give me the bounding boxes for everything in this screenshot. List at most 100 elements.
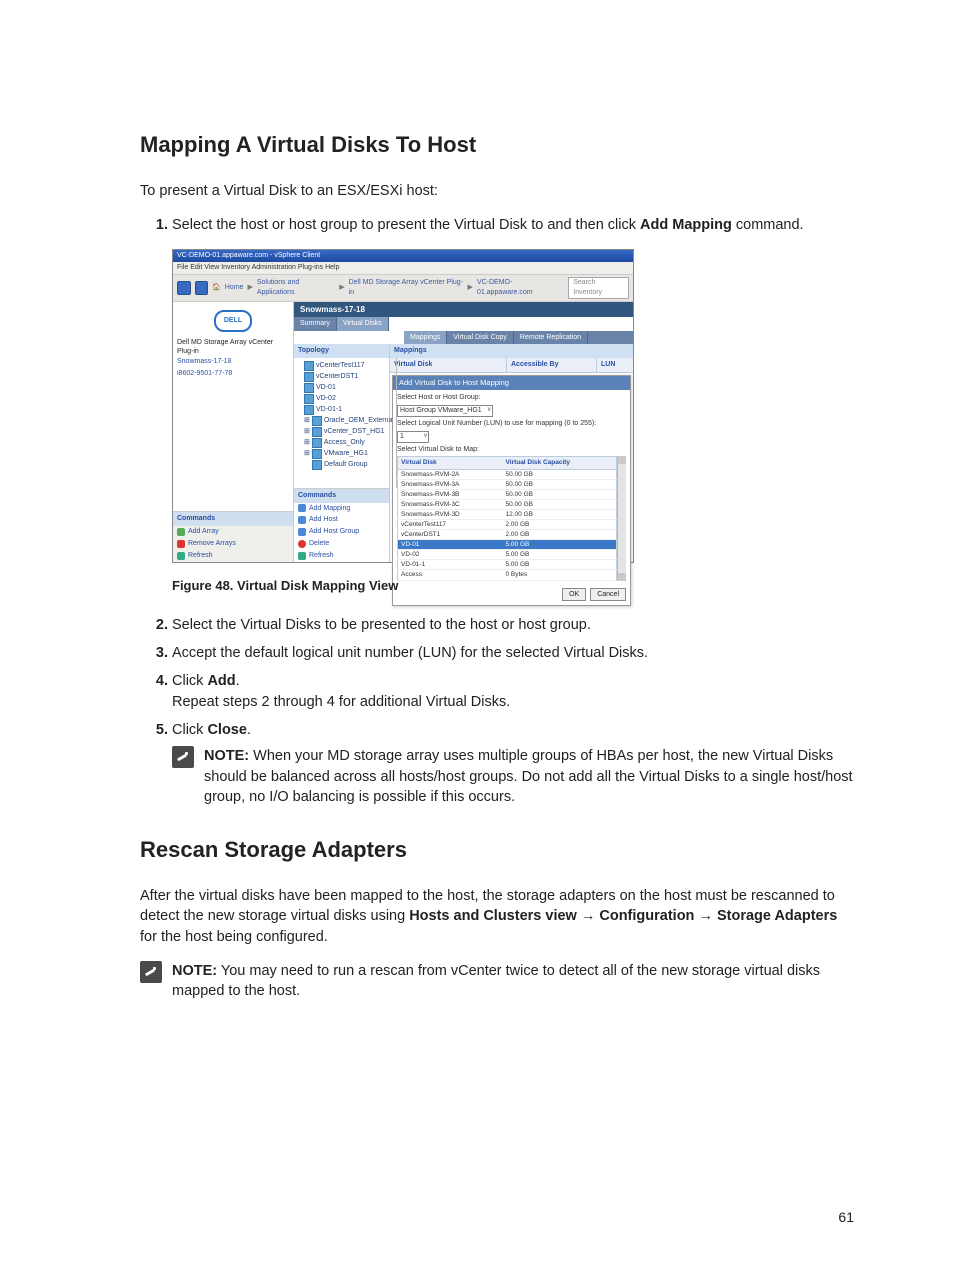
table-row[interactable]: Access0 Bytes bbox=[398, 570, 617, 580]
commands-header: Commands bbox=[173, 512, 293, 526]
vd-icon bbox=[304, 394, 314, 404]
nav-forward-button[interactable] bbox=[195, 281, 209, 295]
tree-node[interactable]: Default Group bbox=[296, 460, 394, 470]
cell-vd-name: Snowmass-RVM-3C bbox=[398, 499, 503, 509]
add-host-cmd[interactable]: Add Host bbox=[294, 514, 389, 526]
add-mapping-cmd[interactable]: Add Mapping bbox=[294, 503, 389, 515]
cmd-label: Add Mapping bbox=[309, 504, 350, 514]
array-title-bar: Snowmass-17-18 bbox=[294, 302, 633, 317]
tabs-level2: Mappings Virtual Disk Copy Remote Replic… bbox=[404, 331, 633, 345]
vd-table-scrollbar[interactable] bbox=[617, 456, 626, 580]
tree-node[interactable]: VD-01 bbox=[296, 383, 394, 393]
tree-label: VD-01-1 bbox=[316, 405, 342, 415]
page-number: 61 bbox=[838, 1208, 854, 1228]
crumb-solutions[interactable]: Solutions and Applications bbox=[257, 278, 335, 298]
note-label: NOTE: bbox=[204, 748, 249, 764]
left-heading: Dell MD Storage Array vCenter Plug-in bbox=[177, 338, 289, 358]
tree-node[interactable]: ⊞ vCenter_DST_HG1 bbox=[296, 427, 394, 437]
label-select-host: Select Host or Host Group: bbox=[397, 393, 626, 403]
hostgroup-icon bbox=[312, 460, 322, 470]
add-array-cmd[interactable]: Add Array bbox=[173, 526, 293, 538]
add-host-group-cmd[interactable]: Add Host Group bbox=[294, 526, 389, 538]
tab-virtual-disks[interactable]: Virtual Disks bbox=[337, 317, 389, 331]
hostgroup-icon bbox=[312, 427, 322, 437]
cell-vd-capacity: 12.00 GB bbox=[503, 509, 617, 519]
tabs-level1: Summary Virtual Disks bbox=[294, 317, 633, 331]
nav-back-button[interactable] bbox=[177, 281, 191, 295]
crumb-plugin[interactable]: Dell MD Storage Array vCenter Plug-in bbox=[349, 278, 464, 298]
tab-vd-copy[interactable]: Virtual Disk Copy bbox=[447, 331, 514, 345]
virtual-disk-table[interactable]: Virtual Disk Virtual Disk Capacity Snowm… bbox=[397, 456, 617, 580]
cell-vd-name: vCenterDST1 bbox=[398, 530, 503, 540]
tree-node[interactable]: VD-02 bbox=[296, 394, 394, 404]
tab-summary[interactable]: Summary bbox=[294, 317, 337, 331]
table-row[interactable]: VD-015.00 GB bbox=[398, 540, 617, 550]
remove-icon bbox=[177, 540, 185, 548]
home-icon[interactable]: 🏠 bbox=[212, 283, 221, 293]
cmd-label: Add Host Group bbox=[309, 527, 359, 537]
search-input[interactable]: Search Inventory bbox=[568, 277, 629, 299]
topology-tree: vCenterTest117 vCenterDST1 VD-01 VD-02 V… bbox=[294, 358, 396, 488]
col-accessible-by: Accessible By bbox=[506, 358, 596, 372]
delete-cmd[interactable]: Delete bbox=[294, 538, 389, 550]
vd-icon bbox=[304, 405, 314, 415]
col-virtual-disk: Virtual Disk bbox=[390, 358, 506, 372]
step-4: Click Add. Repeat steps 2 through 4 for … bbox=[172, 671, 854, 712]
step-1-text-a: Select the host or host group to present… bbox=[172, 217, 640, 233]
table-row[interactable]: Snowmass-RVM-3C50.00 GB bbox=[398, 499, 617, 509]
cell-vd-name: Snowmass-RVM-3A bbox=[398, 479, 503, 489]
para-e: → bbox=[694, 908, 717, 924]
tree-node[interactable]: VD-01-1 bbox=[296, 405, 394, 415]
table-row[interactable]: VD-025.00 GB bbox=[398, 550, 617, 560]
tree-label: vCenterTest117 bbox=[316, 361, 365, 371]
cell-vd-capacity: 5.00 GB bbox=[503, 560, 617, 570]
cell-vd-capacity: 50.00 GB bbox=[503, 489, 617, 499]
topology-scrollbar[interactable] bbox=[396, 358, 397, 488]
note-icon bbox=[172, 746, 194, 768]
tree-node[interactable]: vCenterDST1 bbox=[296, 372, 394, 382]
step-1-text-c: command. bbox=[732, 217, 804, 233]
host-icon bbox=[304, 372, 314, 382]
refresh-cmd[interactable]: Refresh bbox=[294, 550, 389, 562]
table-row[interactable]: vCenterDST12.00 GB bbox=[398, 530, 617, 540]
refresh-cmd[interactable]: Refresh bbox=[173, 550, 293, 562]
crumb-home[interactable]: Home bbox=[225, 283, 244, 293]
ok-button[interactable]: OK bbox=[562, 588, 586, 602]
tree-node[interactable]: ⊞ Access_Only bbox=[296, 438, 394, 448]
lun-select[interactable]: 1 bbox=[397, 431, 429, 443]
tree-node[interactable]: ⊞ VMware_HG1 bbox=[296, 449, 394, 459]
intro-text: To present a Virtual Disk to an ESX/ESXi… bbox=[140, 181, 854, 201]
cell-vd-name: Snowmass-RVM-2A bbox=[398, 469, 503, 479]
table-row[interactable]: Snowmass-RVM-3D12.00 GB bbox=[398, 509, 617, 519]
tab-remote-replication[interactable]: Remote Replication bbox=[514, 331, 588, 345]
step-1-bold: Add Mapping bbox=[640, 217, 732, 233]
tab-mappings[interactable]: Mappings bbox=[404, 331, 447, 345]
mappings-header: Mappings bbox=[390, 344, 633, 358]
window-titlebar: VC-DEMO-01.appaware.com - vSphere Client bbox=[173, 250, 633, 262]
add-mapping-icon bbox=[298, 504, 306, 512]
array-item[interactable]: Snowmass-17-18 bbox=[177, 357, 289, 367]
cmd-label: Add Host bbox=[309, 515, 338, 525]
tree-node[interactable]: vCenterTest117 bbox=[296, 361, 394, 371]
table-row[interactable]: vCenterTest1172.00 GB bbox=[398, 520, 617, 530]
tree-node[interactable]: ⊞ Oracle_OEM_External bbox=[296, 416, 394, 426]
step-5-text-c: . bbox=[247, 722, 251, 738]
remove-arrays-cmd[interactable]: Remove Arrays bbox=[173, 538, 293, 550]
array-item[interactable]: i8602-9501-77-78 bbox=[177, 369, 289, 379]
hostgroup-icon bbox=[312, 438, 322, 448]
table-row[interactable]: Snowmass-RVM-3A50.00 GB bbox=[398, 479, 617, 489]
cell-vd-name: VD-02 bbox=[398, 550, 503, 560]
crumb-host[interactable]: VC-DEMO-01.appaware.com bbox=[477, 278, 564, 298]
table-row[interactable]: Snowmass-RVM-2A50.00 GB bbox=[398, 469, 617, 479]
table-row[interactable]: Snowmass-RVM-3B50.00 GB bbox=[398, 489, 617, 499]
cell-vd-capacity: 0 Bytes bbox=[503, 570, 617, 580]
tree-label: Oracle_OEM_External bbox=[324, 416, 394, 426]
table-row[interactable]: VD-01-15.00 GB bbox=[398, 560, 617, 570]
host-group-select[interactable]: Host Group VMware_HG1 bbox=[397, 405, 493, 417]
step-1: Select the host or host group to present… bbox=[172, 215, 854, 235]
mappings-table-header: Virtual Disk Accessible By LUN bbox=[390, 358, 633, 373]
cancel-button[interactable]: Cancel bbox=[590, 588, 626, 602]
tree-label: Default Group bbox=[324, 460, 368, 470]
para-d: Configuration bbox=[599, 908, 694, 924]
mappings-panel: Mappings Virtual Disk Accessible By LUN … bbox=[390, 344, 633, 561]
